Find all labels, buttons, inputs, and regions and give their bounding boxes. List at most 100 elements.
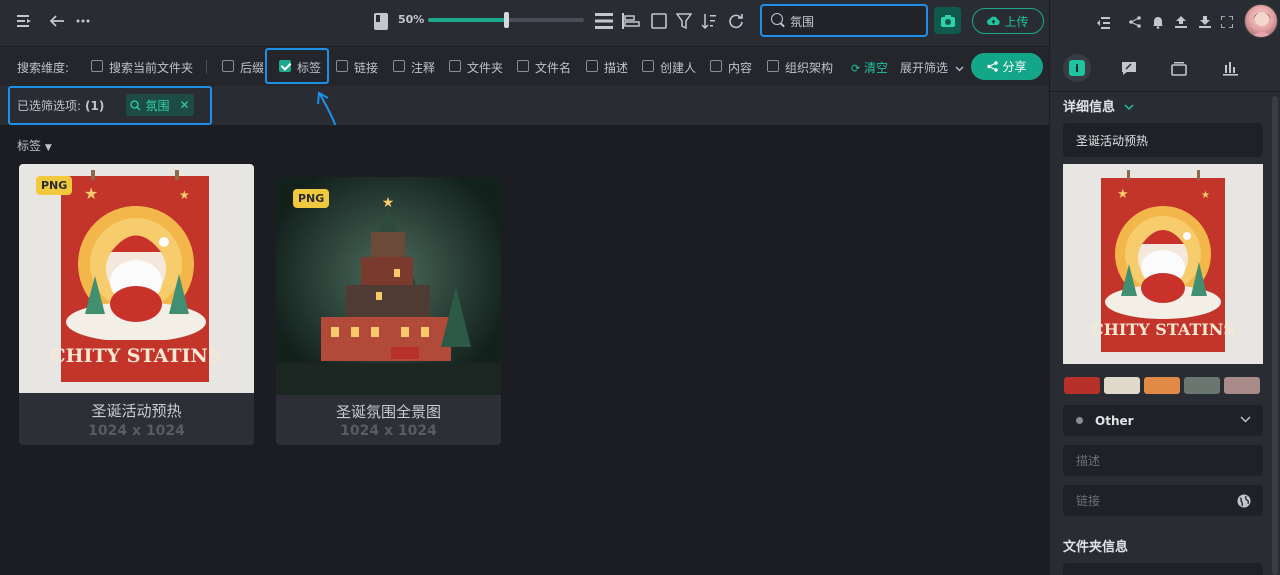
card-dimensions: 1024 x 1024 — [88, 423, 185, 439]
list-view-icon[interactable] — [594, 11, 614, 31]
image-card[interactable]: ★ PNG 圣诞氛围全景图 1024 x 1024 — [276, 177, 501, 445]
caret-down-icon: ▼ — [44, 143, 52, 153]
share-button[interactable]: 分享 — [971, 53, 1043, 80]
details-section-header[interactable]: 详细信息 — [1063, 96, 1134, 115]
description-field[interactable]: 描述 — [1063, 445, 1263, 476]
tab-layers[interactable] — [1170, 59, 1188, 77]
checkbox-filename[interactable] — [517, 60, 529, 72]
filter-creator-label[interactable]: 创建人 — [660, 59, 696, 76]
filter-chip-label: 氛围 — [145, 98, 170, 113]
upload-label: 上传 — [1004, 14, 1029, 29]
preview-image: CHITY STATINS ★ ★ — [1063, 164, 1263, 364]
align-icon[interactable] — [621, 11, 641, 31]
app-window: 50% 上传 — [0, 0, 1280, 575]
back-arrow-icon[interactable] — [47, 11, 67, 31]
filter-suffix-label[interactable]: 后缀 — [240, 59, 264, 76]
panel-toolbar — [1050, 0, 1280, 44]
tab-info[interactable]: i — [1063, 54, 1091, 82]
image-card[interactable]: CHITY STATINS ★ ★ PNG 圣诞活动预热 1024 x 1024 — [19, 164, 254, 445]
share-icon[interactable] — [1127, 14, 1143, 30]
group-label: 标签 — [17, 139, 42, 153]
info-icon: i — [1069, 60, 1085, 76]
title-field[interactable]: 圣诞活动预热 — [1063, 123, 1263, 157]
panel-tabs: i — [1050, 44, 1280, 92]
fullscreen-icon[interactable] — [1219, 14, 1235, 30]
tab-stats[interactable] — [1221, 59, 1239, 77]
bar-chart-icon — [1222, 61, 1238, 76]
zoom-icon — [372, 11, 390, 31]
bell-icon[interactable] — [1150, 14, 1166, 30]
filter-content-label[interactable]: 内容 — [728, 59, 752, 76]
camera-search-button[interactable] — [934, 7, 961, 34]
top-toolbar: 50% 上传 — [0, 0, 1049, 44]
group-header[interactable]: 标签 ▼ — [17, 137, 52, 154]
chevron-down-icon — [955, 66, 964, 72]
checkbox-annotation[interactable] — [393, 60, 405, 72]
clear-icon: ⟳ — [851, 62, 861, 75]
menu-icon[interactable] — [14, 12, 34, 30]
more-icon[interactable] — [73, 11, 93, 31]
color-swatch[interactable] — [1104, 377, 1140, 394]
layers-icon — [1171, 61, 1187, 76]
export-icon[interactable] — [1173, 14, 1189, 30]
selected-filters-title: 已选筛选项: — [17, 99, 82, 113]
user-avatar[interactable] — [1244, 4, 1278, 38]
clear-label: 清空 — [864, 61, 889, 75]
details-section-title: 详细信息 — [1063, 100, 1116, 115]
filter-annotation-label[interactable]: 注释 — [411, 59, 435, 76]
share-icon — [987, 61, 999, 72]
chip-close-icon[interactable]: ✕ — [179, 98, 189, 112]
svg-text:★: ★ — [84, 184, 98, 203]
filter-chip[interactable]: 氛围 ✕ — [126, 94, 194, 116]
sort-icon[interactable] — [699, 11, 719, 31]
color-swatch[interactable] — [1184, 377, 1220, 394]
filter-org-label[interactable]: 组织架构 — [785, 59, 833, 76]
expand-filter-button[interactable]: 展开筛选 — [900, 59, 964, 76]
checkbox-current-folder[interactable] — [91, 60, 103, 72]
checkbox-creator[interactable] — [642, 60, 654, 72]
panel-scrollbar[interactable] — [1272, 96, 1278, 575]
png-badge: PNG — [36, 176, 73, 195]
card-dimensions: 1024 x 1024 — [340, 423, 437, 439]
globe-icon[interactable] — [1237, 494, 1251, 508]
current-folder-label[interactable]: 搜索当前文件夹 — [109, 59, 193, 76]
filter-folder-label[interactable]: 文件夹 — [467, 59, 503, 76]
color-swatch[interactable] — [1144, 377, 1180, 394]
link-placeholder: 链接 — [1076, 494, 1101, 508]
checkbox-folder[interactable] — [449, 60, 461, 72]
zoom-slider[interactable] — [428, 12, 584, 28]
folder-field — [1063, 563, 1263, 575]
color-swatch[interactable] — [1224, 377, 1260, 394]
checkbox-tag[interactable] — [279, 60, 291, 72]
search-box[interactable] — [760, 4, 928, 37]
checkbox-description[interactable] — [586, 60, 598, 72]
svg-text:★: ★ — [1117, 187, 1129, 202]
filter-bar: 搜索维度: 搜索当前文件夹 后缀 标签 链接 注释 文件夹 文件名 描述 创建人… — [0, 44, 1049, 86]
collapse-panel-icon[interactable] — [1094, 15, 1112, 31]
link-field[interactable]: 链接 — [1063, 485, 1263, 516]
checkbox-org[interactable] — [767, 60, 779, 72]
png-badge: PNG — [293, 189, 330, 208]
filter-icon[interactable] — [674, 11, 694, 31]
filter-filename-label[interactable]: 文件名 — [535, 59, 571, 76]
color-swatch[interactable] — [1064, 377, 1100, 394]
zoom-slider-knob[interactable] — [504, 12, 509, 28]
filter-description-label[interactable]: 描述 — [604, 59, 628, 76]
select-box-icon[interactable] — [649, 11, 669, 31]
filter-tag-label[interactable]: 标签 — [297, 59, 321, 76]
refresh-icon[interactable] — [726, 11, 746, 31]
search-icon — [771, 13, 783, 25]
category-select[interactable]: Other — [1063, 405, 1263, 436]
tab-comment[interactable] — [1120, 59, 1138, 77]
download-icon[interactable] — [1197, 14, 1213, 30]
details-panel: i 详细信息 圣诞活动预热 CHITY STATINS ★ ★ Other 描述… — [1049, 0, 1280, 575]
gallery: 标签 ▼ CHITY STATINS ★ ★ PNG 圣诞活动预热 1024 x… — [0, 125, 1049, 575]
checkbox-suffix[interactable] — [222, 60, 234, 72]
preview-poster-text: CHITY STATINS — [1091, 320, 1235, 339]
checkbox-link[interactable] — [336, 60, 348, 72]
upload-button[interactable]: 上传 — [972, 8, 1044, 34]
clear-button[interactable]: ⟳ 清空 — [851, 59, 888, 76]
search-input[interactable] — [790, 12, 920, 30]
checkbox-content[interactable] — [710, 60, 722, 72]
filter-link-label[interactable]: 链接 — [354, 59, 378, 76]
